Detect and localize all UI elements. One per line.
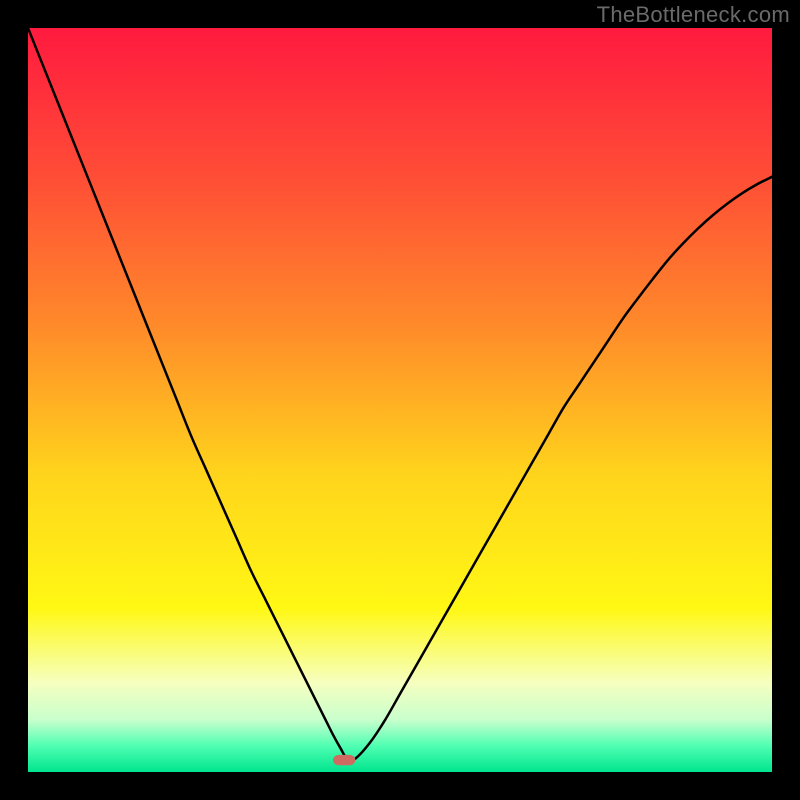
minimum-marker: [333, 755, 355, 765]
watermark-text: TheBottleneck.com: [597, 2, 790, 28]
chart-container: TheBottleneck.com: [0, 0, 800, 800]
plot-area: [28, 28, 772, 772]
chart-svg: [28, 28, 772, 772]
gradient-background: [28, 28, 772, 772]
